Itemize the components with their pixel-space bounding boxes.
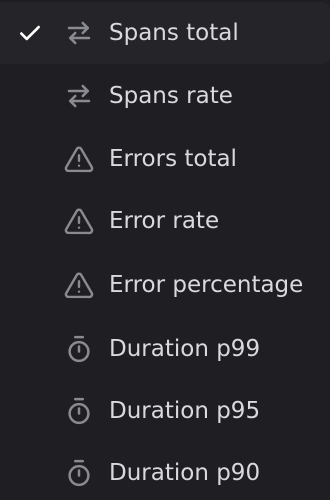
menu-item-label: Error percentage xyxy=(109,272,304,298)
stopwatch-icon xyxy=(64,334,94,364)
stopwatch-icon xyxy=(64,396,94,426)
menu-item-label: Errors total xyxy=(109,146,237,172)
warning-triangle-icon xyxy=(64,270,94,300)
metric-dropdown-menu: Spans total Spans rate Errors total Erro… xyxy=(0,0,330,500)
menu-item-spans-rate[interactable]: Spans rate xyxy=(0,65,330,127)
menu-item-errors-total[interactable]: Errors total xyxy=(0,128,330,190)
menu-item-label: Spans total xyxy=(109,20,239,46)
arrows-swap-icon xyxy=(64,18,94,48)
menu-item-error-rate[interactable]: Error rate xyxy=(0,190,330,252)
menu-item-label: Spans rate xyxy=(109,83,233,109)
menu-item-label: Duration p99 xyxy=(109,336,261,362)
arrows-swap-icon xyxy=(64,81,94,111)
menu-item-label: Error rate xyxy=(109,208,220,234)
stopwatch-icon xyxy=(64,458,94,488)
menu-item-duration-p95[interactable]: Duration p95 xyxy=(0,380,330,442)
warning-triangle-icon xyxy=(64,206,94,236)
menu-item-label: Duration p90 xyxy=(109,460,261,486)
warning-triangle-icon xyxy=(64,144,94,174)
checkmark-icon xyxy=(17,20,43,46)
menu-item-duration-p90[interactable]: Duration p90 xyxy=(0,442,330,500)
menu-item-error-percentage[interactable]: Error percentage xyxy=(0,254,330,316)
menu-item-spans-total[interactable]: Spans total xyxy=(0,2,330,64)
menu-item-label: Duration p95 xyxy=(109,398,261,424)
menu-item-duration-p99[interactable]: Duration p99 xyxy=(0,318,330,380)
